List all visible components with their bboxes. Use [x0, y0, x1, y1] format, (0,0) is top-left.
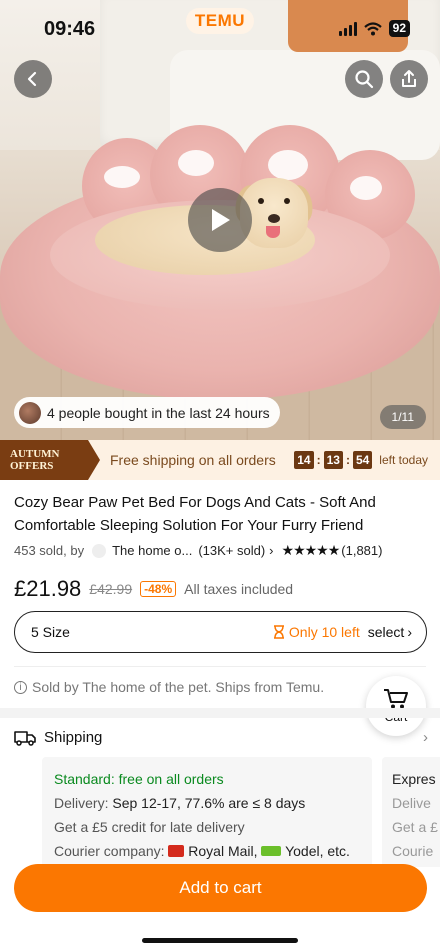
courier-more: etc. — [327, 843, 350, 859]
express-shipping-card[interactable]: Expres Delive Get a £ Courie — [382, 757, 440, 867]
price-row: £21.98 £42.99 -48% All taxes included — [14, 576, 293, 602]
standard-shipping-card[interactable]: Standard: free on all orders Delivery: S… — [42, 757, 372, 867]
timer-seconds: 54 — [352, 451, 373, 469]
search-icon — [355, 70, 374, 89]
select-size-link[interactable]: select › — [368, 624, 412, 640]
home-indicator[interactable] — [142, 938, 298, 943]
temu-logo: TEMU — [186, 8, 254, 34]
hero-paw-pad — [104, 166, 140, 188]
shipping-heading: Shipping — [44, 729, 103, 746]
image-counter: 1/11 — [379, 405, 426, 429]
social-proof-text: 4 people bought in the last 24 hours — [47, 404, 270, 421]
rating-count[interactable]: (1,881) — [341, 543, 382, 558]
rating-stars[interactable]: ★★★★★ — [282, 542, 341, 559]
express-line: Get a £ — [392, 819, 438, 835]
chevron-right-icon: › — [407, 624, 412, 640]
courier-row: Courier company: Royal Mail, Yodel, etc. — [54, 843, 360, 859]
battery-icon: 92 — [388, 20, 410, 37]
express-line: Courie — [392, 843, 434, 859]
sold-by-text: Sold by The home of the pet. Ships from … — [32, 679, 325, 695]
standard-shipping-title: Standard: free on all orders — [54, 771, 224, 787]
current-price: £21.98 — [14, 576, 82, 601]
stock-warning: Only 10 left — [273, 624, 360, 640]
back-arrow-icon — [27, 71, 37, 87]
delivery-row: Delivery: Sep 12-17, 77.6% are ≤ 8 days — [54, 795, 360, 811]
courier-label: Courier company: — [54, 843, 165, 859]
play-video-button[interactable] — [188, 188, 252, 252]
divider — [14, 666, 426, 667]
chevron-right-icon: › — [423, 729, 428, 746]
promo-banner[interactable]: AUTUMN OFFERS Free shipping on all order… — [0, 440, 440, 480]
hourglass-icon — [273, 625, 284, 639]
store-sold-count: (13K+ sold) — [198, 543, 266, 558]
promo-text: Free shipping on all orders — [110, 452, 276, 468]
cart-button[interactable]: Cart — [366, 676, 426, 736]
timer-suffix: left today — [379, 453, 428, 467]
express-title: Expres — [392, 771, 436, 787]
delivery-value: Sep 12-17, 77.6% are ≤ 8 days — [112, 795, 306, 811]
size-label: 5 Size — [31, 624, 70, 640]
search-button[interactable] — [345, 60, 383, 98]
sold-by-row: i Sold by The home of the pet. Ships fro… — [14, 679, 324, 695]
royal-mail-logo-icon — [168, 845, 185, 857]
avatar — [19, 401, 41, 424]
product-meta-row: 453 sold, by The home o... (13K+ sold) ›… — [14, 542, 428, 559]
stock-text: Only 10 left — [288, 624, 360, 640]
timer-minutes: 13 — [323, 451, 343, 469]
discount-badge: -48% — [140, 581, 177, 597]
size-selector[interactable]: 5 Size Only 10 left select › — [14, 611, 427, 653]
signal-icon — [338, 21, 357, 36]
add-to-cart-button[interactable]: Add to cart — [14, 864, 427, 912]
share-icon — [402, 70, 416, 87]
product-hero-image[interactable]: 09:46 TEMU 92 4 people bought in the las… — [0, 0, 440, 440]
timer-hours: 14 — [294, 451, 314, 469]
hero-paw-pad — [350, 176, 382, 200]
express-line: Delive — [392, 795, 431, 811]
store-link[interactable]: The home o... — [112, 543, 192, 558]
product-title: Cozy Bear Paw Pet Bed For Dogs And Cats … — [14, 494, 376, 534]
hero-paw-pad — [178, 150, 214, 176]
yodel-logo-icon — [261, 846, 282, 856]
original-price: £42.99 — [89, 581, 133, 597]
hero-dog-eye — [258, 198, 264, 204]
share-button[interactable] — [390, 60, 428, 98]
hero-dog-nose — [268, 214, 280, 223]
tax-note: All taxes included — [184, 581, 294, 597]
info-icon: i — [14, 680, 27, 694]
select-text: select — [367, 624, 405, 640]
shipping-header[interactable]: Shipping › — [14, 729, 428, 746]
autumn-badge-line1: AUTUMN — [10, 448, 60, 460]
wifi-icon — [363, 21, 382, 35]
status-icons: 92 — [338, 20, 410, 37]
store-logo — [92, 543, 107, 558]
delivery-label: Delivery: — [54, 795, 109, 811]
back-button[interactable] — [14, 60, 52, 98]
autumn-offers-badge: AUTUMN OFFERS — [0, 440, 100, 480]
social-proof-pill: 4 people bought in the last 24 hours — [14, 397, 280, 428]
play-icon — [212, 209, 230, 231]
sold-count: 453 sold, by — [14, 543, 85, 558]
countdown-timer: 14 : 13 : 54 left today — [294, 451, 428, 469]
section-separator — [0, 708, 440, 718]
truck-icon — [14, 730, 36, 746]
cart-icon — [384, 689, 408, 709]
courier-royal-mail: Royal Mail, — [188, 843, 258, 859]
hero-dog-tongue — [266, 226, 280, 238]
status-time: 09:46 — [44, 18, 96, 40]
hero-paw-pad — [268, 150, 308, 180]
courier-yodel: Yodel, — [285, 843, 324, 859]
chevron-right-icon[interactable]: › — [269, 543, 273, 558]
late-credit: Get a £5 credit for late delivery — [54, 819, 245, 835]
hero-dog-eye — [284, 198, 290, 204]
autumn-badge-line2: OFFERS — [10, 460, 54, 472]
